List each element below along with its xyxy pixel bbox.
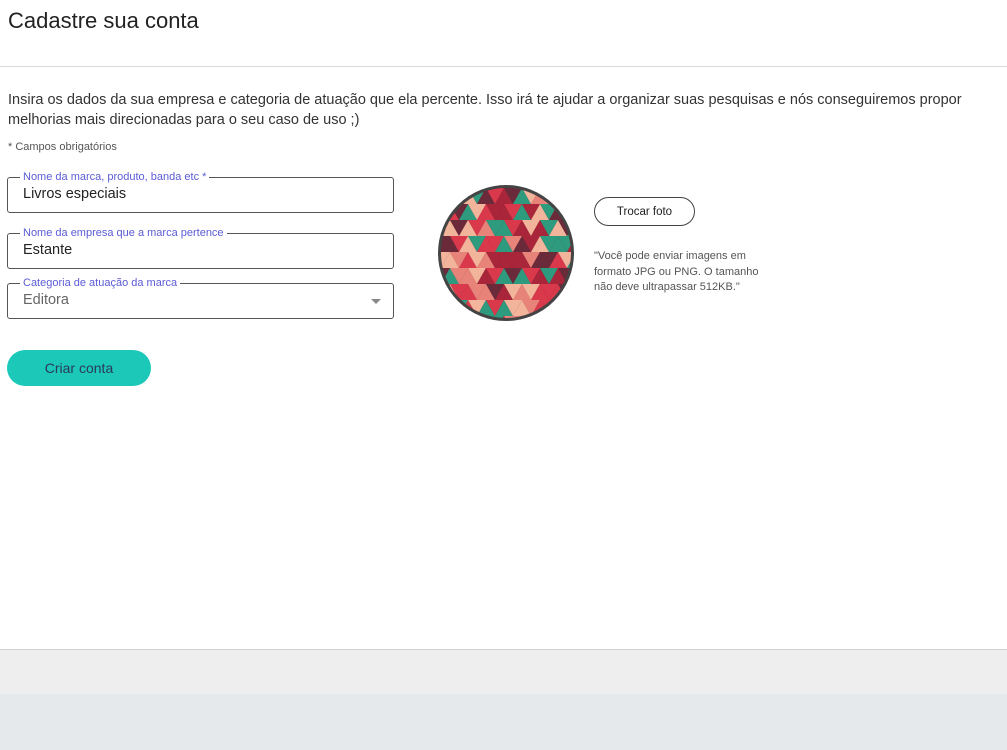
brand-name-field[interactable]: Nome da marca, produto, banda etc * Livr… [7, 171, 394, 213]
intro-text: Insira os dados da sua empresa e categor… [8, 92, 962, 128]
company-name-label: Nome da empresa que a marca pertence [20, 227, 227, 240]
required-fields-note: * Campos obrigatórios [8, 141, 117, 153]
photo-help-text: "Você pode enviar imagens em formato JPG… [594, 250, 759, 293]
brand-name-value[interactable]: Livros especiais [23, 186, 126, 202]
category-label: Categoria de atuação da marca [20, 277, 181, 290]
company-name-field[interactable]: Nome da empresa que a marca pertence Est… [7, 227, 394, 269]
avatar-pattern-image [441, 188, 571, 318]
page-title: Cadastre sua conta [8, 8, 199, 33]
avatar [438, 185, 574, 321]
category-select[interactable]: Categoria de atuação da marca Editora [7, 277, 394, 319]
brand-name-label: Nome da marca, produto, banda etc * [20, 171, 210, 184]
create-account-button[interactable]: Criar conta [7, 350, 151, 386]
header-divider [0, 66, 1007, 67]
company-name-value[interactable]: Estante [23, 242, 72, 258]
footer-base [0, 694, 1007, 750]
chevron-down-icon[interactable] [371, 299, 381, 304]
footer-bar [0, 649, 1007, 694]
category-value[interactable]: Editora [23, 292, 69, 308]
change-photo-button[interactable]: Trocar foto [594, 197, 695, 226]
